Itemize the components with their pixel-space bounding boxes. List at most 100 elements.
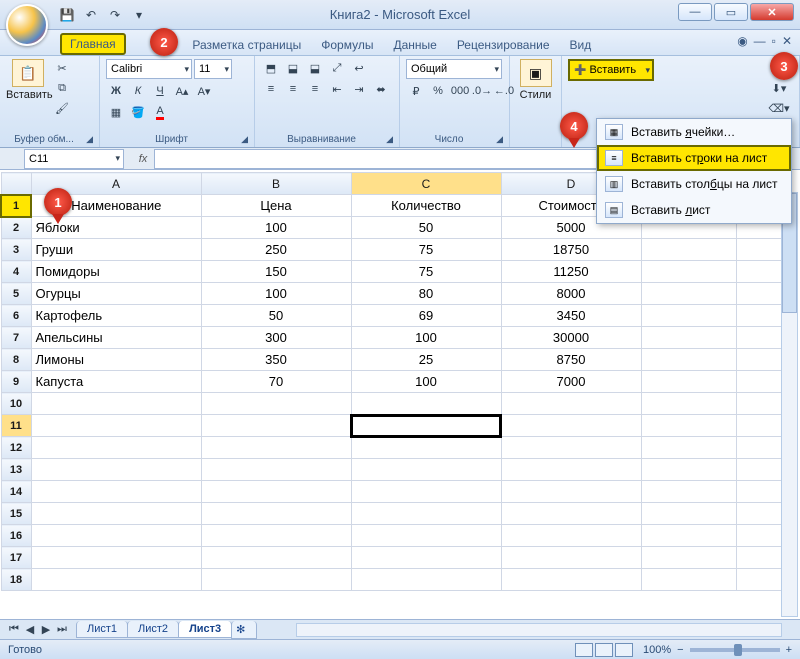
- cell[interactable]: [641, 393, 736, 415]
- cell[interactable]: 18750: [501, 239, 641, 261]
- cell[interactable]: [31, 547, 201, 569]
- cell[interactable]: [201, 547, 351, 569]
- cell[interactable]: [501, 503, 641, 525]
- inc-decimal-icon[interactable]: .0→: [472, 82, 492, 100]
- cell[interactable]: [736, 261, 781, 283]
- cell[interactable]: [736, 503, 781, 525]
- cell[interactable]: [736, 459, 781, 481]
- cell[interactable]: [641, 349, 736, 371]
- cell[interactable]: [501, 393, 641, 415]
- row-header[interactable]: 9: [1, 371, 31, 393]
- row-header[interactable]: 5: [1, 283, 31, 305]
- cell[interactable]: [641, 503, 736, 525]
- cell[interactable]: 100: [201, 217, 351, 239]
- close-workbook-icon[interactable]: ✕: [782, 34, 792, 48]
- row-header[interactable]: 18: [1, 569, 31, 591]
- row-header[interactable]: 3: [1, 239, 31, 261]
- insert-cells-item[interactable]: ▦ Вставить ячейки…: [597, 119, 791, 145]
- cell[interactable]: [201, 525, 351, 547]
- row-header[interactable]: 14: [1, 481, 31, 503]
- bold-button[interactable]: Ж: [106, 82, 126, 100]
- row-header[interactable]: 10: [1, 393, 31, 415]
- cell[interactable]: 300: [201, 327, 351, 349]
- zoom-in-icon[interactable]: +: [786, 644, 792, 656]
- worksheet-grid[interactable]: 1 A B C D E F 1 Наименование Цена Количе…: [0, 172, 800, 619]
- cell[interactable]: 3450: [501, 305, 641, 327]
- row-header[interactable]: 16: [1, 525, 31, 547]
- cell[interactable]: [201, 481, 351, 503]
- tab-page-layout[interactable]: Разметка страницы: [182, 34, 311, 55]
- cell[interactable]: [31, 525, 201, 547]
- fill-color-icon[interactable]: 🪣: [128, 103, 148, 121]
- cell[interactable]: [736, 371, 781, 393]
- styles-button[interactable]: ▣ Стили: [516, 59, 555, 101]
- number-format-combo[interactable]: Общий: [406, 59, 502, 79]
- number-launcher-icon[interactable]: ◢: [492, 134, 503, 145]
- align-top-icon[interactable]: ⬒: [261, 59, 281, 77]
- cell[interactable]: [736, 415, 781, 437]
- wrap-text-icon[interactable]: ↩: [349, 59, 369, 77]
- undo-icon[interactable]: ↶: [80, 4, 102, 26]
- cell[interactable]: [351, 525, 501, 547]
- cell[interactable]: [736, 327, 781, 349]
- new-sheet-button[interactable]: ✻: [231, 621, 257, 639]
- row-header[interactable]: 7: [1, 327, 31, 349]
- decrease-indent-icon[interactable]: ⇤: [327, 80, 347, 98]
- cell[interactable]: Помидоры: [31, 261, 201, 283]
- cell[interactable]: 100: [351, 371, 501, 393]
- row-header[interactable]: 17: [1, 547, 31, 569]
- row-header[interactable]: 2: [1, 217, 31, 239]
- maximize-button[interactable]: ▭: [714, 3, 748, 21]
- cell[interactable]: 25: [351, 349, 501, 371]
- cell[interactable]: [736, 481, 781, 503]
- format-painter-icon[interactable]: 🖌: [52, 99, 72, 117]
- cell[interactable]: [641, 415, 736, 437]
- align-middle-icon[interactable]: ⬓: [283, 59, 303, 77]
- qat-more-icon[interactable]: ▾: [128, 4, 150, 26]
- comma-icon[interactable]: 000: [450, 82, 470, 100]
- cell[interactable]: [641, 459, 736, 481]
- vertical-scrollbar[interactable]: [781, 192, 798, 617]
- sheet-tab-2[interactable]: Лист2: [127, 621, 179, 638]
- cell[interactable]: [501, 481, 641, 503]
- cell[interactable]: [201, 415, 351, 437]
- cell[interactable]: [201, 393, 351, 415]
- cell[interactable]: [31, 393, 201, 415]
- cell[interactable]: [351, 437, 501, 459]
- sheet-nav-prev-icon[interactable]: ◀: [22, 623, 38, 636]
- cell[interactable]: [641, 525, 736, 547]
- cell[interactable]: Огурцы: [31, 283, 201, 305]
- cell[interactable]: [351, 569, 501, 591]
- font-launcher-icon[interactable]: ◢: [237, 134, 248, 145]
- zoom-level[interactable]: 100%: [643, 644, 671, 656]
- row-header[interactable]: 11: [1, 415, 31, 437]
- fill-icon[interactable]: ⬇▾: [769, 79, 789, 97]
- select-all-button[interactable]: [1, 173, 31, 195]
- align-launcher-icon[interactable]: ◢: [382, 134, 393, 145]
- cell[interactable]: [736, 393, 781, 415]
- sheet-tab-1[interactable]: Лист1: [76, 621, 128, 638]
- insert-rows-item[interactable]: ≡ Вставить строки на лист: [597, 145, 791, 171]
- cell[interactable]: [351, 481, 501, 503]
- cell[interactable]: [736, 525, 781, 547]
- cell[interactable]: 7000: [501, 371, 641, 393]
- cell[interactable]: 50: [351, 217, 501, 239]
- cell[interactable]: [736, 305, 781, 327]
- increase-indent-icon[interactable]: ⇥: [349, 80, 369, 98]
- cell[interactable]: 250: [201, 239, 351, 261]
- cell[interactable]: [31, 415, 201, 437]
- row-header[interactable]: 13: [1, 459, 31, 481]
- row-header[interactable]: 6: [1, 305, 31, 327]
- redo-icon[interactable]: ↷: [104, 4, 126, 26]
- cell[interactable]: 30000: [501, 327, 641, 349]
- cell[interactable]: 350: [201, 349, 351, 371]
- align-bottom-icon[interactable]: ⬓: [305, 59, 325, 77]
- cell[interactable]: [501, 525, 641, 547]
- row-header[interactable]: 15: [1, 503, 31, 525]
- cell[interactable]: [501, 569, 641, 591]
- cell[interactable]: Количество: [351, 195, 501, 217]
- cell[interactable]: [351, 547, 501, 569]
- merge-icon[interactable]: ⬌: [371, 80, 391, 98]
- cell[interactable]: [641, 239, 736, 261]
- zoom-out-icon[interactable]: −: [677, 644, 683, 656]
